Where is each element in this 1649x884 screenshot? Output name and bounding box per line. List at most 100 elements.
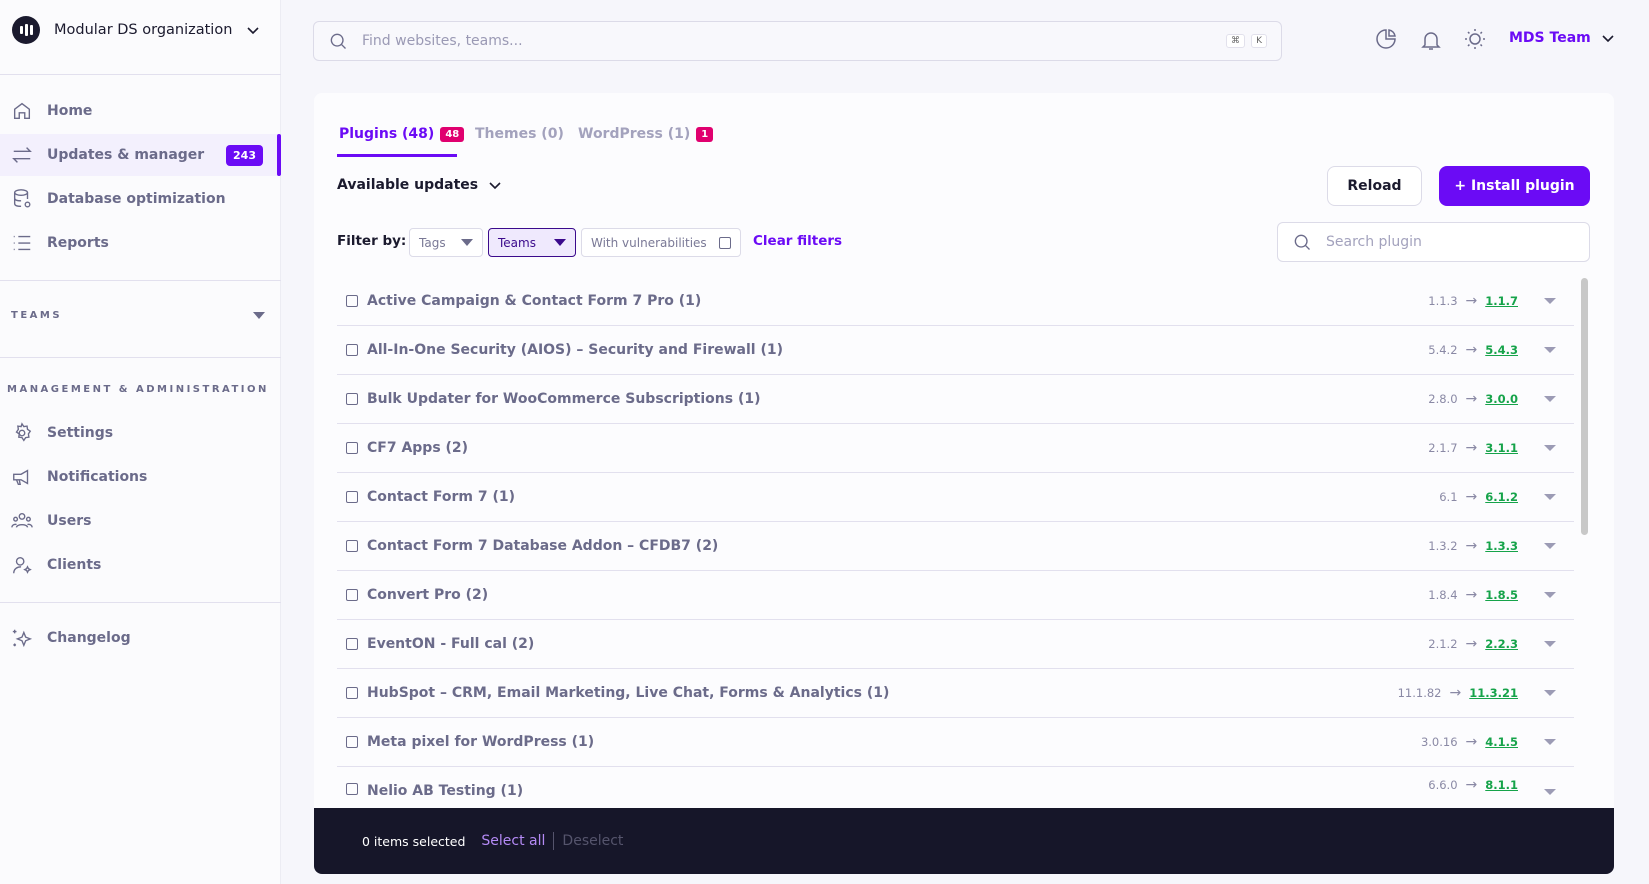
org-logo-icon [12,16,40,44]
home-icon [13,102,31,120]
expand-row-icon[interactable] [1544,641,1556,647]
new-version-link[interactable]: 1.3.3 [1485,539,1518,553]
new-version-link[interactable]: 4.1.5 [1485,735,1518,749]
row-checkbox[interactable] [346,491,358,503]
reload-button[interactable]: Reload [1327,166,1422,206]
global-search-input[interactable]: Find websites, teams... ⌘ K [313,21,1282,61]
tab-themes[interactable]: Themes (0) [475,126,564,142]
search-plugin-input[interactable]: Search plugin [1277,222,1590,262]
sidebar-item-label: Users [47,513,92,529]
current-version: 1.8.4 [1428,588,1458,602]
teams-toggle-icon[interactable] [253,312,265,319]
plugin-row[interactable]: All-In-One Security (AIOS) – Security an… [337,326,1574,375]
plugin-row[interactable]: Contact Form 7 Database Addon – CFDB7 (2… [337,522,1574,571]
chevron-down-icon [1602,35,1614,43]
database-icon [13,189,31,208]
plugin-row[interactable]: Active Campaign & Contact Form 7 Pro (1)… [337,277,1574,326]
bell-icon[interactable] [1419,28,1443,52]
arrow-right-icon: → [1465,734,1478,750]
expand-row-icon[interactable] [1544,739,1556,745]
teams-filter[interactable]: Teams [488,228,576,257]
new-version-link[interactable]: 3.1.1 [1485,441,1518,455]
new-version-link[interactable]: 8.1.1 [1485,778,1518,792]
install-plugin-button[interactable]: + Install plugin [1439,166,1590,206]
plugin-row[interactable]: HubSpot – CRM, Email Marketing, Live Cha… [337,669,1574,718]
deselect-button[interactable]: Deselect [562,833,623,849]
sidebar-item-label: Home [47,103,93,119]
select-all-button[interactable]: Select all [481,833,545,849]
new-version-link[interactable]: 2.2.3 [1485,637,1518,651]
sidebar-item-database[interactable]: Database optimization [0,178,281,220]
current-version: 2.8.0 [1428,392,1458,406]
row-checkbox[interactable] [346,783,358,795]
expand-row-icon[interactable] [1544,690,1556,696]
divider [0,602,281,603]
vulnerabilities-filter[interactable]: With vulnerabilities [581,228,741,257]
row-checkbox[interactable] [346,393,358,405]
sidebar-item-changelog[interactable]: Changelog [0,617,281,659]
view-dropdown[interactable]: Available updates [337,177,502,193]
plugin-row[interactable]: Bulk Updater for WooCommerce Subscriptio… [337,375,1574,424]
arrows-exchange-icon [12,147,32,163]
row-checkbox[interactable] [346,638,358,650]
arrow-right-icon: → [1465,489,1478,505]
expand-row-icon[interactable] [1544,543,1556,549]
new-version-link[interactable]: 1.8.5 [1485,588,1518,602]
tab-label: WordPress (1) [578,126,691,142]
current-version: 1.3.2 [1428,539,1458,553]
sidebar-item-users[interactable]: Users [0,500,281,542]
expand-row-icon[interactable] [1544,298,1556,304]
expand-row-icon[interactable] [1544,347,1556,353]
sidebar: Modular DS organization Home Updates & m… [0,0,281,884]
arrow-right-icon: → [1465,440,1478,456]
vuln-checkbox[interactable] [719,236,731,249]
new-version-link[interactable]: 6.1.2 [1485,490,1518,504]
row-checkbox[interactable] [346,442,358,454]
plugin-row[interactable]: Nelio AB Testing (1) 6.6.0 → 8.1.1 [337,767,1574,799]
sidebar-item-clients[interactable]: Clients [0,544,281,586]
sidebar-item-home[interactable]: Home [0,90,281,132]
plugin-row[interactable]: Convert Pro (2) 1.8.4 → 1.8.5 [337,571,1574,620]
sidebar-item-updates[interactable]: Updates & manager 243 [0,134,281,176]
plugin-row[interactable]: EventON - Full cal (2) 2.1.2 → 2.2.3 [337,620,1574,669]
plugin-row[interactable]: Meta pixel for WordPress (1) 3.0.16 → 4.1.… [337,718,1574,767]
sun-icon[interactable] [1463,27,1487,51]
pie-chart-icon[interactable] [1374,27,1398,51]
new-version-link[interactable]: 11.3.21 [1469,686,1518,700]
row-checkbox[interactable] [346,344,358,356]
expand-row-icon[interactable] [1544,494,1556,500]
scrollbar-thumb[interactable] [1581,278,1588,535]
sidebar-item-settings[interactable]: Settings [0,412,281,454]
plugin-name: Nelio AB Testing (1) [367,783,524,799]
version-change: 5.4.2 → 5.4.3 [1428,342,1518,358]
plugin-row[interactable]: Contact Form 7 (1) 6.1 → 6.1.2 [337,473,1574,522]
row-checkbox[interactable] [346,540,358,552]
row-checkbox[interactable] [346,295,358,307]
sidebar-item-notifications[interactable]: Notifications [0,456,281,498]
team-switcher[interactable]: MDS Team [1509,30,1615,46]
tab-wordpress[interactable]: WordPress (1) 1 [578,126,714,142]
expand-row-icon[interactable] [1544,396,1556,402]
row-checkbox[interactable] [346,736,358,748]
org-switcher[interactable]: Modular DS organization [12,16,260,44]
tab-plugins[interactable]: Plugins (48) 48 [339,126,465,142]
expand-row-icon[interactable] [1544,592,1556,598]
tags-filter[interactable]: Tags [409,228,483,257]
row-checkbox[interactable] [346,687,358,699]
expand-row-icon[interactable] [1544,789,1556,795]
new-version-link[interactable]: 5.4.3 [1485,343,1518,357]
row-checkbox[interactable] [346,589,358,601]
clear-filters-link[interactable]: Clear filters [753,233,842,249]
teams-section-label: TEAMS [11,310,63,321]
new-version-link[interactable]: 3.0.0 [1485,392,1518,406]
sidebar-item-label: Settings [47,425,114,441]
sidebar-item-label: Updates & manager [47,147,205,163]
plugin-name: HubSpot – CRM, Email Marketing, Live Cha… [367,685,890,701]
plugin-name: Meta pixel for WordPress (1) [367,734,595,750]
arrow-right-icon: → [1465,636,1478,652]
version-change: 1.1.3 → 1.1.7 [1428,293,1518,309]
sidebar-item-reports[interactable]: Reports [0,222,281,264]
expand-row-icon[interactable] [1544,445,1556,451]
new-version-link[interactable]: 1.1.7 [1485,294,1518,308]
plugin-row[interactable]: CF7 Apps (2) 2.1.7 → 3.1.1 [337,424,1574,473]
